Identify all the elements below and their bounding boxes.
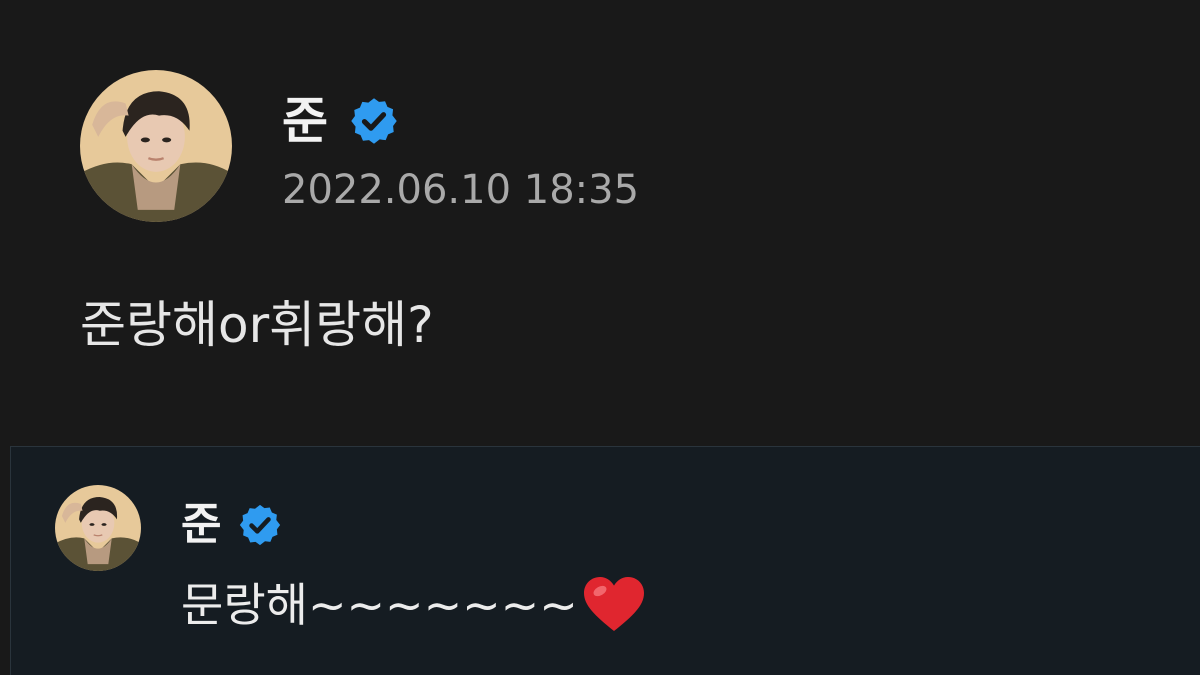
reply-text-row: 문랑해~~~~~~~ [181, 575, 646, 635]
reply-avatar[interactable] [55, 485, 141, 571]
author-name[interactable]: 준 [282, 96, 328, 146]
author-row: 준 [282, 86, 400, 156]
red-heart-icon [582, 575, 646, 635]
reply-card[interactable]: 준 문랑해~~~~~~~ [10, 446, 1200, 675]
avatar-photo [80, 70, 232, 222]
post-text: 준랑해or휘랑해? [80, 296, 434, 354]
post-timestamp[interactable]: 2022.06.10 18:35 [282, 170, 639, 210]
reply-author-name[interactable]: 준 [181, 503, 221, 547]
verified-badge-icon [237, 502, 283, 548]
reply-avatar-photo [55, 485, 141, 571]
post-card: 준 2022.06.10 18:35 준랑해or휘랑해? [0, 0, 1200, 446]
avatar[interactable] [80, 70, 232, 222]
reply-author-row: 준 [181, 497, 283, 553]
reply-text: 문랑해~~~~~~~ [181, 578, 578, 632]
verified-badge-icon [348, 95, 400, 147]
